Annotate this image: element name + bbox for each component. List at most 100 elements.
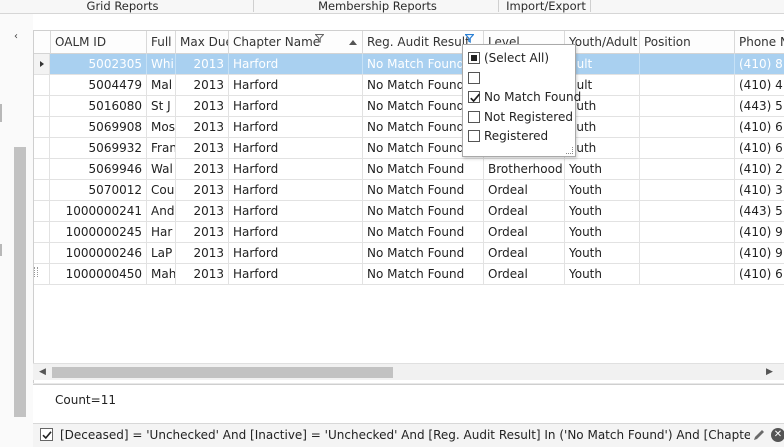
collapse-chevron-icon[interactable]: ‹ bbox=[14, 31, 24, 43]
cell-full[interactable]: LaP bbox=[147, 243, 176, 263]
cell-oalm-id[interactable]: 1000000245 bbox=[51, 222, 147, 242]
row-indicator[interactable] bbox=[34, 201, 50, 221]
cell-position[interactable] bbox=[640, 96, 735, 116]
table-row[interactable]: 1000000450 Mah 2013 Harford No Match Found Or… bbox=[34, 264, 784, 285]
popup-resize-grip-icon[interactable] bbox=[566, 147, 573, 154]
table-row[interactable]: 5016080 St J 2013 Harford No Match Found outh… bbox=[34, 96, 784, 117]
filter-enabled-checkbox[interactable] bbox=[40, 428, 53, 441]
cell-phone[interactable]: (410) 9 bbox=[735, 222, 784, 242]
cell-youth-adult[interactable]: outh bbox=[565, 117, 640, 137]
cell-oalm-id[interactable]: 5069908 bbox=[51, 117, 147, 137]
cell-youth-adult[interactable]: Youth bbox=[565, 159, 640, 179]
row-indicator[interactable] bbox=[34, 75, 50, 95]
row-indicator[interactable] bbox=[34, 96, 50, 116]
scroll-left-arrow-icon[interactable]: ◀ bbox=[39, 367, 46, 377]
scrollbar-thumb[interactable] bbox=[52, 367, 393, 378]
cell-audit[interactable]: No Match Found bbox=[363, 264, 484, 284]
table-row[interactable]: 1000000241 And 2013 Harford No Match Found Or… bbox=[34, 201, 784, 222]
table-row[interactable]: 1000000245 Har 2013 Harford No Match Found Or… bbox=[34, 222, 784, 243]
cell-chapter[interactable]: Harford bbox=[229, 243, 363, 263]
cell-oalm-id[interactable]: 5070012 bbox=[51, 180, 147, 200]
cell-max-dues[interactable]: 2013 bbox=[176, 96, 229, 116]
row-indicator[interactable] bbox=[34, 222, 50, 242]
cell-max-dues[interactable]: 2013 bbox=[176, 201, 229, 221]
cell-full[interactable]: Mal bbox=[147, 75, 176, 95]
clear-filter-close-icon[interactable]: ✕ bbox=[771, 428, 784, 442]
cell-audit[interactable]: No Match Found bbox=[363, 180, 484, 200]
row-indicator[interactable] bbox=[34, 180, 50, 200]
cell-oalm-id[interactable]: 1000000241 bbox=[51, 201, 147, 221]
cell-position[interactable] bbox=[640, 75, 735, 95]
cell-youth-adult[interactable]: dult bbox=[565, 54, 640, 74]
cell-max-dues[interactable]: 2013 bbox=[176, 54, 229, 74]
cell-chapter[interactable]: Harford bbox=[229, 201, 363, 221]
cell-max-dues[interactable]: 2013 bbox=[176, 264, 229, 284]
grid-horizontal-scrollbar[interactable]: ◀ ▶ bbox=[33, 363, 784, 380]
cell-level[interactable]: Ordeal bbox=[484, 222, 565, 242]
cell-audit[interactable]: No Match Found bbox=[363, 159, 484, 179]
cell-chapter[interactable]: Harford bbox=[229, 96, 363, 116]
table-row[interactable]: 1000000246 LaP 2013 Harford No Match Found Or… bbox=[34, 243, 784, 264]
cell-max-dues[interactable]: 2013 bbox=[176, 75, 229, 95]
edit-filter-pencil-icon[interactable] bbox=[752, 428, 766, 442]
filter-option[interactable]: Registered bbox=[467, 126, 573, 146]
filter-active-icon[interactable] bbox=[465, 34, 474, 43]
row-resize-grip-icon[interactable] bbox=[34, 267, 38, 277]
cell-youth-adult[interactable]: Youth bbox=[565, 180, 640, 200]
cell-phone[interactable]: (410) 3 bbox=[735, 180, 784, 200]
cell-position[interactable] bbox=[640, 54, 735, 74]
cell-position[interactable] bbox=[640, 243, 735, 263]
filter-option-checkbox[interactable] bbox=[468, 71, 480, 84]
cell-full[interactable]: Har bbox=[147, 222, 176, 242]
cell-max-dues[interactable]: 2013 bbox=[176, 180, 229, 200]
column-header-chapter-name[interactable]: Chapter Name bbox=[229, 31, 363, 54]
row-indicator[interactable] bbox=[34, 159, 50, 179]
cell-position[interactable] bbox=[640, 264, 735, 284]
cell-position[interactable] bbox=[640, 180, 735, 200]
cell-full[interactable]: Mah bbox=[147, 264, 176, 284]
column-header-phone[interactable]: Phone N bbox=[735, 31, 784, 54]
cell-youth-adult[interactable]: Youth bbox=[565, 243, 640, 263]
cell-level[interactable]: Ordeal bbox=[484, 243, 565, 263]
cell-phone[interactable]: (410) 6 bbox=[735, 264, 784, 284]
filter-option[interactable]: No Match Found bbox=[467, 87, 581, 107]
cell-position[interactable] bbox=[640, 201, 735, 221]
cell-position[interactable] bbox=[640, 138, 735, 158]
filter-icon[interactable] bbox=[315, 34, 324, 43]
cell-position[interactable] bbox=[640, 117, 735, 137]
column-header-youth-adult[interactable]: Youth/Adult bbox=[565, 31, 640, 54]
filter-option[interactable]: (Select All) bbox=[467, 48, 573, 68]
cell-full[interactable]: Wal bbox=[147, 159, 176, 179]
filter-option-checkbox[interactable] bbox=[468, 91, 481, 103]
row-indicator[interactable] bbox=[34, 117, 50, 137]
cell-position[interactable] bbox=[640, 222, 735, 242]
column-header-max-dues[interactable]: Max Due bbox=[176, 31, 229, 54]
cell-level[interactable]: Ordeal bbox=[484, 264, 565, 284]
cell-full[interactable]: And bbox=[147, 201, 176, 221]
cell-phone[interactable]: (410) 6 bbox=[735, 138, 784, 158]
cell-phone[interactable]: (410) 4 bbox=[735, 75, 784, 95]
column-header-position[interactable]: Position bbox=[640, 31, 735, 54]
cell-chapter[interactable]: Harford bbox=[229, 180, 363, 200]
table-row[interactable]: 5070012 Cou 2013 Harford No Match Found Ordea… bbox=[34, 180, 784, 201]
cell-level[interactable]: Ordeal bbox=[484, 201, 565, 221]
cell-audit[interactable]: No Match Found bbox=[363, 243, 484, 263]
filter-option[interactable] bbox=[467, 68, 573, 88]
row-indicator[interactable] bbox=[34, 138, 50, 158]
cell-full[interactable]: Mos bbox=[147, 117, 176, 137]
cell-oalm-id[interactable]: 5004479 bbox=[51, 75, 147, 95]
filter-option-checkbox[interactable] bbox=[468, 130, 480, 142]
cell-level[interactable]: Ordeal bbox=[484, 180, 565, 200]
table-row[interactable]: 5069932 Fran 2013 Harford No Match Found outh… bbox=[34, 138, 784, 159]
filter-option[interactable]: Not Registered bbox=[467, 107, 573, 127]
cell-oalm-id[interactable]: 1000000246 bbox=[51, 243, 147, 263]
cell-full[interactable]: St J bbox=[147, 96, 176, 116]
table-row[interactable]: 5002305 Whi 2013 Harford No Match Found dult(… bbox=[34, 54, 784, 75]
cell-chapter[interactable]: Harford bbox=[229, 117, 363, 137]
row-indicator[interactable] bbox=[34, 243, 50, 263]
column-header-full[interactable]: Full bbox=[147, 31, 176, 54]
cell-oalm-id[interactable]: 5069946 bbox=[51, 159, 147, 179]
cell-audit[interactable]: No Match Found bbox=[363, 222, 484, 242]
cell-full[interactable]: Cou bbox=[147, 180, 176, 200]
cell-max-dues[interactable]: 2013 bbox=[176, 243, 229, 263]
